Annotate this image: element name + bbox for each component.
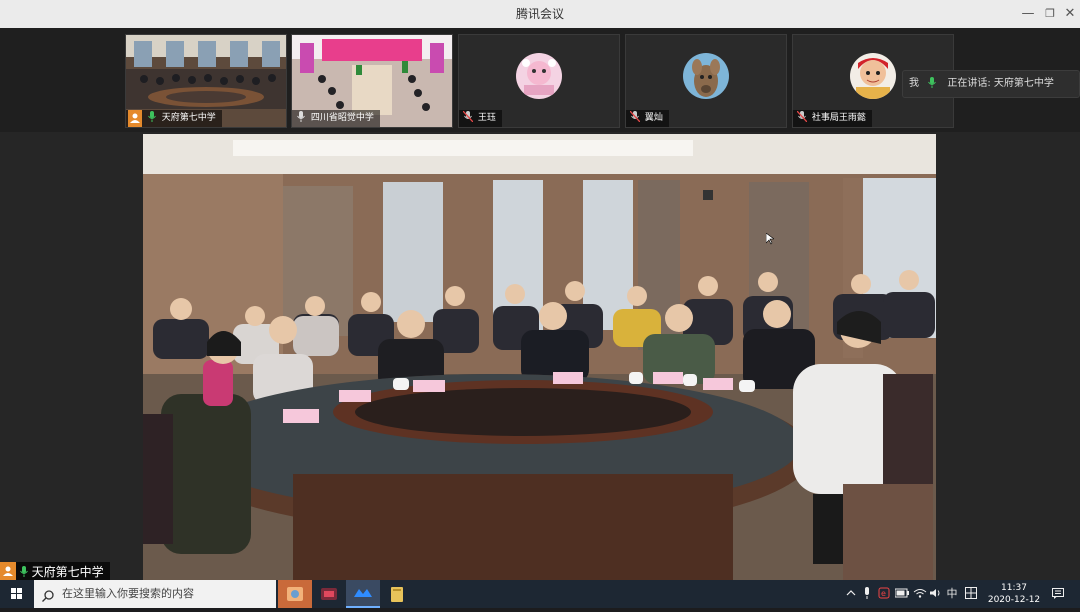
wifi-icon[interactable] — [912, 580, 928, 608]
avatar — [850, 53, 896, 99]
mic-on-icon — [19, 565, 32, 579]
window-titlebar: 腾讯会议 — ❐ ✕ — [0, 0, 1080, 29]
microphone-tray-icon[interactable] — [860, 580, 874, 608]
main-stage — [0, 132, 1080, 580]
mic-off-icon — [628, 110, 642, 127]
taskbar: 在这里输入你要搜索的内容 e 中 11:37 2020-12-12 — [0, 580, 1080, 608]
participant-tile-wangjue[interactable]: 王珏 — [458, 34, 620, 128]
search-placeholder: 在这里输入你要搜索的内容 — [62, 587, 194, 600]
main-video — [143, 134, 936, 580]
ime-indicator[interactable]: 中 — [944, 580, 960, 608]
me-label: 我 — [909, 78, 919, 89]
participant-name-tag: 翼灿 — [626, 110, 669, 127]
participant-strip: 天府第七中学 四川省昭觉中学 王珏 翼灿 社事局王雨懿 我 正在讲话: 天府第七… — [0, 28, 1080, 152]
participant-name: 社事局王雨懿 — [811, 113, 866, 123]
battery-icon[interactable] — [894, 580, 910, 608]
user-icon — [0, 562, 16, 580]
mic-on-icon — [294, 110, 308, 127]
taskbar-app-photo[interactable] — [278, 580, 312, 608]
participant-name-tag: 社事局王雨懿 — [793, 110, 872, 127]
taskbar-app-game[interactable] — [312, 580, 346, 608]
chevron-up-icon[interactable] — [844, 580, 858, 608]
taskbar-app-tencent-meeting[interactable] — [346, 580, 380, 608]
local-name: 天府第七中学 — [31, 565, 104, 579]
participant-name-tag: 天府第七中学 — [126, 110, 222, 127]
mouse-cursor — [765, 230, 775, 249]
speaking-indicator: 我 正在讲话: 天府第七中学 — [902, 70, 1080, 98]
participant-tile-zhaojue[interactable]: 四川省昭觉中学 — [291, 34, 453, 128]
speaking-text: 正在讲话: 天府第七中学 — [947, 78, 1054, 89]
mic-on-icon — [145, 110, 159, 127]
windows-start-icon[interactable] — [0, 580, 34, 608]
search-icon — [42, 587, 54, 606]
clock-time: 11:37 — [1001, 583, 1027, 593]
taskbar-search[interactable]: 在这里输入你要搜索的内容 — [34, 580, 276, 608]
mic-on-icon — [928, 77, 939, 89]
mic-off-icon — [461, 110, 475, 127]
participant-tile-yican[interactable]: 翼灿 — [625, 34, 787, 128]
clock-date: 2020-12-12 — [987, 595, 1041, 605]
participant-name-tag: 王珏 — [459, 110, 502, 127]
participant-name-tag: 四川省昭觉中学 — [292, 110, 380, 127]
mic-off-icon — [795, 110, 809, 127]
notification-icon[interactable] — [1048, 580, 1068, 608]
avatar — [516, 53, 562, 99]
participant-name: 四川省昭觉中学 — [310, 113, 374, 123]
conference-room-video — [143, 134, 936, 580]
avatar — [683, 53, 729, 99]
volume-icon[interactable] — [928, 580, 944, 608]
svg-text:e: e — [881, 589, 886, 598]
taskbar-clock[interactable]: 11:37 2020-12-12 — [984, 582, 1044, 606]
local-video-label: 天府第七中学 — [0, 562, 110, 580]
participant-name: 王珏 — [477, 113, 496, 123]
minimize-button[interactable]: — — [1016, 0, 1040, 28]
participant-name: 天府第七中学 — [161, 113, 216, 123]
close-button[interactable]: ✕ — [1058, 0, 1080, 28]
keyboard-layout-icon[interactable] — [962, 580, 980, 608]
participant-tile-tianfu[interactable]: 天府第七中学 — [125, 34, 287, 128]
window-title: 腾讯会议 — [515, 7, 564, 21]
security-tray-icon[interactable]: e — [876, 580, 892, 608]
participant-name: 翼灿 — [644, 113, 663, 123]
user-icon — [128, 110, 142, 127]
taskbar-app-folder[interactable] — [380, 580, 414, 608]
